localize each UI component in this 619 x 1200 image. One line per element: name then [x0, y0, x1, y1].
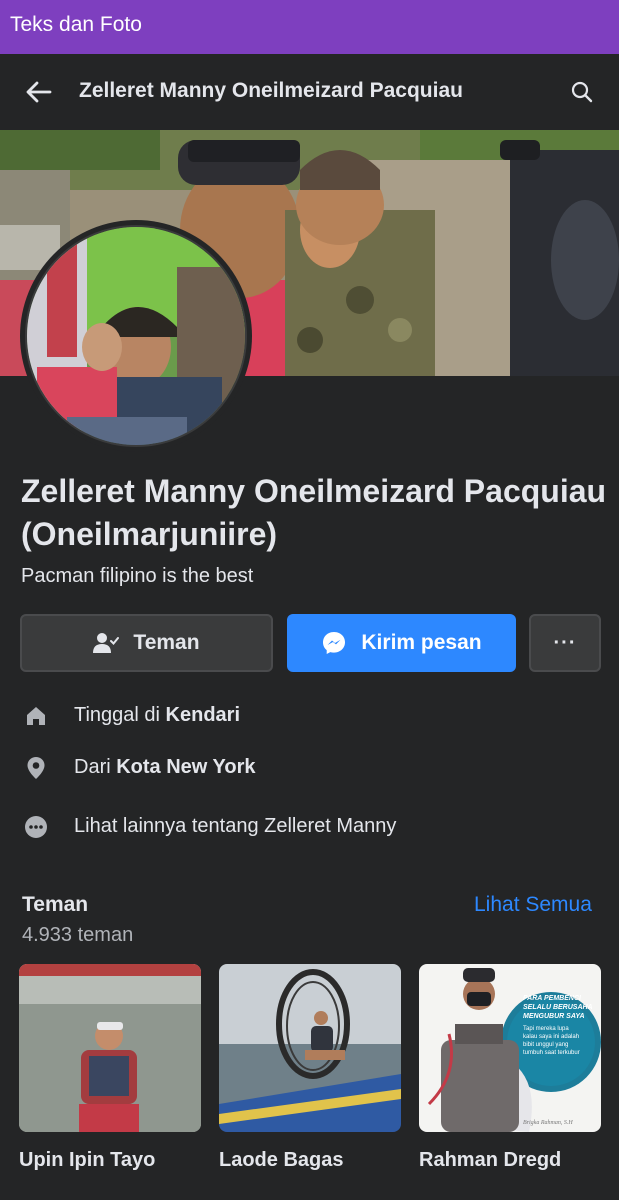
friend-photo[interactable] [219, 964, 401, 1132]
send-message-label: Kirim pesan [361, 631, 482, 654]
app-title: Teks dan Foto [10, 13, 142, 36]
see-all-friends-link[interactable]: Lihat Semua [474, 893, 592, 917]
from-prefix: Dari [74, 756, 111, 778]
profile-bio: Pacman filipino is the best [21, 565, 254, 587]
location-pin-icon [24, 756, 48, 780]
from-value[interactable]: Kota New York [116, 756, 255, 778]
friends-button-label: Teman [133, 631, 200, 654]
friend-photo[interactable] [19, 964, 201, 1132]
friend-name[interactable]: Upin Ipin Tayo [19, 1149, 201, 1172]
friends-count: 4.933 teman [22, 924, 134, 946]
home-icon [24, 704, 48, 728]
lives-prefix: Tinggal di [74, 704, 160, 726]
friend-name[interactable]: Rahman Dregd [419, 1149, 601, 1172]
friend-name[interactable]: Laode Bagas [219, 1149, 401, 1172]
poster-signature: Brigka Rahman, S.H [523, 1120, 573, 1126]
profile-name: Zelleret Manny Oneilmeizard Pacquiau (On… [21, 473, 607, 552]
more-circle-icon [24, 815, 48, 839]
poster-line-1: PARA PEMBENCI [523, 995, 582, 1002]
poster-line-5: kalau saya ini adalah [523, 1034, 579, 1040]
navbar-title: Zelleret Manny Oneilmeizard Pacquiau [79, 79, 463, 102]
poster-line-2: SELALU BERUSAHA [523, 1004, 593, 1011]
friend-check-icon [93, 631, 120, 655]
info-lives-in: Tinggal di Kendari [0, 696, 619, 736]
friend-card[interactable]: PARA PEMBENCI SELALU BERUSAHA MENGUBUR S… [419, 964, 601, 1172]
info-from: Dari Kota New York [0, 748, 619, 788]
poster-line-7: tumbuh saat terkubur [523, 1050, 580, 1056]
friends-button[interactable]: Teman [20, 614, 273, 672]
messenger-icon [321, 630, 347, 656]
send-message-button[interactable]: Kirim pesan [287, 614, 516, 672]
poster-line-3: MENGUBUR SAYA [523, 1013, 585, 1020]
search-icon [571, 81, 593, 103]
arrow-left-icon [26, 81, 52, 103]
friend-photo[interactable]: PARA PEMBENCI SELALU BERUSAHA MENGUBUR S… [419, 964, 601, 1132]
poster-line-4: Tapi mereka lupa [523, 1026, 569, 1032]
more-options-button[interactable]: ··· [529, 614, 601, 672]
app-header: Teks dan Foto [0, 0, 619, 54]
search-button[interactable] [562, 74, 602, 110]
back-button[interactable] [18, 74, 58, 110]
see-more-about-text: Lihat lainnya tentang Zelleret Manny [74, 815, 397, 837]
poster-line-6: bibit unggul yang [523, 1042, 568, 1048]
lives-value[interactable]: Kendari [166, 704, 240, 726]
info-see-more[interactable]: Lihat lainnya tentang Zelleret Manny [0, 807, 619, 847]
friends-section-title: Teman [22, 893, 89, 916]
friend-card[interactable]: Upin Ipin Tayo [19, 964, 201, 1172]
profile-avatar[interactable] [20, 220, 252, 452]
friend-card[interactable]: Laode Bagas [219, 964, 401, 1172]
more-dots-icon: ··· [553, 631, 577, 654]
profile-navbar: Zelleret Manny Oneilmeizard Pacquiau [0, 54, 619, 130]
